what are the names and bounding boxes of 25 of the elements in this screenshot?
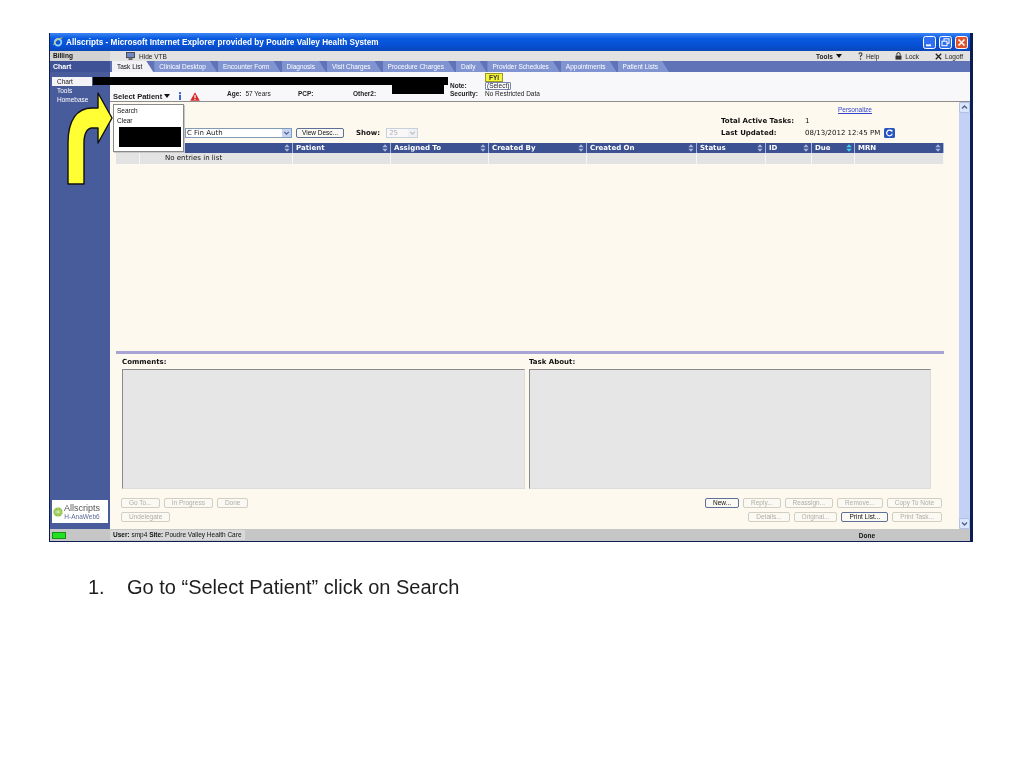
logo-mark-icon: [53, 506, 63, 517]
restore-button[interactable]: [939, 35, 952, 49]
logo-name: Allscripts: [64, 502, 100, 513]
vertical-scrollbar[interactable]: [959, 102, 970, 529]
lock-icon: [895, 52, 903, 60]
caret-icon: [835, 54, 842, 58]
dropdown-arrow-icon: [408, 128, 418, 137]
ring-logo-icon: [53, 37, 63, 47]
caret-icon: [164, 94, 171, 98]
scroll-down-button[interactable]: [959, 518, 970, 529]
status-indicator-icon: [52, 531, 66, 539]
scroll-up-button[interactable]: [959, 102, 970, 113]
info-icon[interactable]: [178, 92, 183, 100]
x-icon: [935, 52, 943, 60]
help-icon: [857, 52, 863, 60]
close-button[interactable]: [955, 35, 968, 49]
instruction-text: Go to “Select Patient” click on Search: [127, 576, 460, 599]
warning-icon[interactable]: [190, 91, 201, 101]
monitor-icon: [126, 52, 135, 60]
redaction-bar: [119, 127, 181, 147]
list-number: 1.: [88, 576, 106, 599]
dropdown-arrow-icon: [282, 128, 291, 137]
refresh-icon[interactable]: [884, 127, 896, 138]
minimize-button[interactable]: [923, 35, 936, 49]
window-title: Allscripts - Microsoft Internet Explorer provided by Poudre Valley Health System: [66, 37, 380, 47]
